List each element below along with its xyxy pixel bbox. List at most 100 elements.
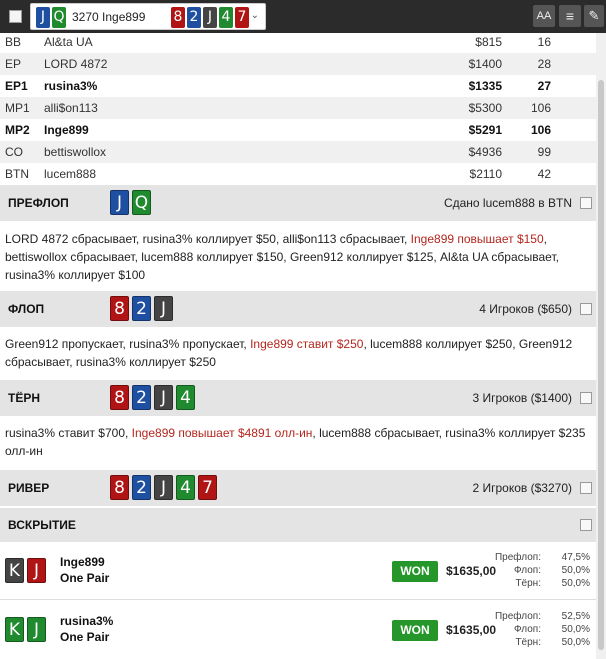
equity-label: Флоп: xyxy=(514,565,541,576)
equity-label: Префлоп: xyxy=(494,552,541,563)
seat-bb: 16 xyxy=(537,35,551,49)
flop-checkbox[interactable] xyxy=(580,303,592,315)
seat-bb: 99 xyxy=(537,145,551,159)
seat-position: CO xyxy=(5,145,23,159)
seat-stack: $5300 xyxy=(468,101,502,115)
board-card-3: J xyxy=(203,7,217,28)
flop-actions: Green912 пропускает, rusina3% пропускает… xyxy=(5,335,593,371)
seat-row: MP2 Inge899 $5291 106 xyxy=(0,119,596,141)
chevron-down-icon: ⌄ xyxy=(250,10,259,21)
seat-player-name[interactable]: alli$on113 xyxy=(44,101,98,115)
flop-title: ФЛОП xyxy=(8,302,45,316)
showdown-player-row: K J rusina3% One Pair WON $1635,00 Префл… xyxy=(0,599,596,657)
preflop-dealt-info: Сдано lucem888 в BTN xyxy=(443,196,572,210)
flop-pot-info: 4 Игроков ($650) xyxy=(479,302,572,316)
seat-bb: 106 xyxy=(530,123,551,137)
action-text: Green912 пропускает, rusina3% пропускает… xyxy=(5,337,251,351)
river-header: РИВЕР 8 2 J 4 7 2 Игроков ($3270) xyxy=(0,470,596,506)
showdown-hand-rank: One Pair xyxy=(60,571,110,585)
seat-stack: $5291 xyxy=(468,123,502,137)
select-hand-checkbox[interactable] xyxy=(9,10,22,23)
seat-player-name[interactable]: Al&ta UA xyxy=(44,35,93,49)
showdown-player-name[interactable]: Inge899 xyxy=(60,555,105,569)
won-amount: $1635,00 xyxy=(446,623,497,637)
equity-value: 52,5% xyxy=(561,611,590,622)
seat-position: BTN xyxy=(5,167,29,181)
equity-label: Префлоп: xyxy=(494,611,541,622)
won-badge: WON xyxy=(392,620,438,641)
list-view-button[interactable]: ≡ xyxy=(559,5,581,27)
turn-checkbox[interactable] xyxy=(580,392,592,404)
seat-position: MP2 xyxy=(5,123,30,137)
river-card-3: J xyxy=(154,475,173,500)
showdown-player-name[interactable]: rusina3% xyxy=(60,614,113,628)
seat-player-name[interactable]: lucem888 xyxy=(44,167,96,181)
hand-label: 3270 Inge899 xyxy=(72,10,146,24)
turn-pot-info: 3 Игроков ($1400) xyxy=(472,391,573,405)
seat-player-name[interactable]: Inge899 xyxy=(44,123,89,137)
river-pot-info: 2 Игроков ($3270) xyxy=(472,481,573,495)
equity-value: 47,5% xyxy=(561,552,590,563)
font-size-button[interactable]: AA xyxy=(533,5,555,27)
top-toolbar: J Q 3270 Inge899 8 2 J 4 7 ⌄ AA ≡ ✎ xyxy=(0,0,606,33)
seat-row: CO bettiswollox $4936 99 xyxy=(0,141,596,163)
preflop-title: ПРЕФЛОП xyxy=(8,196,69,210)
action-bet: Inge899 ставит $250 xyxy=(250,337,364,351)
hole-card-2: Q xyxy=(52,7,66,28)
board-card-2: 2 xyxy=(187,7,201,28)
seat-position: EP xyxy=(5,57,22,71)
seat-player-name[interactable]: bettiswollox xyxy=(44,145,106,159)
showdown-player-row: K J Inge899 One Pair WON $1635,00 Префло… xyxy=(0,543,596,599)
preflop-header: ПРЕФЛОП J Q Сдано lucem888 в BTN xyxy=(0,185,596,221)
turn-card-4: 4 xyxy=(176,385,195,410)
showdown-checkbox[interactable] xyxy=(580,519,592,531)
seat-stack: $4936 xyxy=(468,145,502,159)
turn-card-1: 8 xyxy=(110,385,129,410)
flop-card-2: 2 xyxy=(132,296,151,321)
seat-bb: 106 xyxy=(530,101,551,115)
preflop-card-1: J xyxy=(110,190,129,215)
seat-row: BB Al&ta UA $815 16 xyxy=(0,31,596,53)
flop-card-1: 8 xyxy=(110,296,129,321)
flop-card-3: J xyxy=(154,296,173,321)
seat-stack: $2110 xyxy=(469,167,502,181)
turn-card-2: 2 xyxy=(132,385,151,410)
showdown-title: ВСКРЫТИЕ xyxy=(8,518,76,532)
seat-row: EP1 rusina3% $1335 27 xyxy=(0,75,596,97)
river-card-2: 2 xyxy=(132,475,151,500)
equity-label: Тёрн: xyxy=(515,637,541,648)
equity-label: Тёрн: xyxy=(515,578,541,589)
turn-card-3: J xyxy=(154,385,173,410)
preflop-actions: LORD 4872 сбрасывает, rusina3% коллирует… xyxy=(5,230,593,284)
preflop-card-2: Q xyxy=(132,190,151,215)
seat-stack: $1335 xyxy=(468,79,502,93)
seat-position: BB xyxy=(5,35,22,49)
action-text: rusina3% ставит $700, xyxy=(5,426,132,440)
seat-player-name[interactable]: LORD 4872 xyxy=(44,57,107,71)
seat-row: EP LORD 4872 $1400 28 xyxy=(0,53,596,75)
board-card-5: 7 xyxy=(235,7,249,28)
hole-card-1: J xyxy=(36,7,50,28)
hand-selector-dropdown[interactable]: J Q 3270 Inge899 8 2 J 4 7 ⌄ xyxy=(30,3,266,30)
preflop-checkbox[interactable] xyxy=(580,197,592,209)
equity-value: 50,0% xyxy=(561,637,590,648)
flop-header: ФЛОП 8 2 J 4 Игроков ($650) xyxy=(0,291,596,327)
scrollbar-thumb[interactable] xyxy=(598,80,604,650)
showdown-card-2: J xyxy=(27,558,46,583)
equity-label: Флоп: xyxy=(514,624,541,635)
board-card-1: 8 xyxy=(171,7,185,28)
won-badge: WON xyxy=(392,561,438,582)
seat-player-name[interactable]: rusina3% xyxy=(44,79,97,93)
seat-position: MP1 xyxy=(5,101,30,115)
river-card-4: 4 xyxy=(176,475,195,500)
won-amount: $1635,00 xyxy=(446,564,497,578)
edit-button[interactable]: ✎ xyxy=(584,5,604,27)
action-text: LORD 4872 сбрасывает, rusina3% коллирует… xyxy=(5,232,411,246)
equity-value: 50,0% xyxy=(561,624,590,635)
showdown-header: ВСКРЫТИЕ xyxy=(0,508,596,542)
showdown-card-2: J xyxy=(27,617,46,642)
showdown-card-1: K xyxy=(5,617,24,642)
river-checkbox[interactable] xyxy=(580,482,592,494)
turn-title: ТЁРН xyxy=(8,391,41,405)
river-title: РИВЕР xyxy=(8,481,50,495)
